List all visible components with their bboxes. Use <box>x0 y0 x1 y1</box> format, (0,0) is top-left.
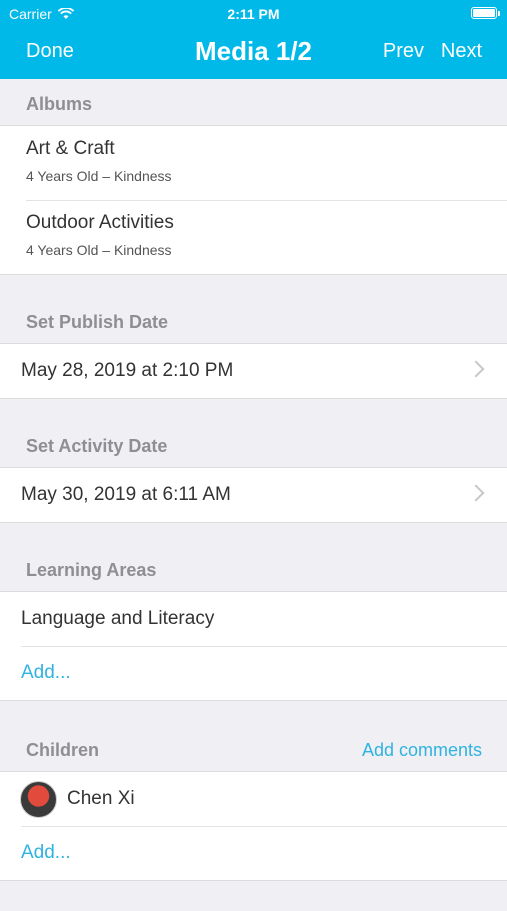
chevron-right-icon <box>467 360 485 378</box>
album-subtitle: 4 Years Old – Kindness <box>26 242 172 258</box>
status-bar: Carrier 2:11 PM <box>0 0 507 28</box>
album-title: Outdoor Activities <box>26 212 174 233</box>
publish-date-section-header: Set Publish Date <box>0 275 507 343</box>
status-time: 2:11 PM <box>227 6 280 22</box>
albums-section-header: Albums <box>0 79 507 125</box>
next-button[interactable]: Next <box>441 40 482 63</box>
albums-header-label: Albums <box>26 94 93 114</box>
add-child-row[interactable]: Add... <box>0 826 507 880</box>
publish-date-row[interactable]: May 28, 2019 at 2:10 PM <box>0 344 507 398</box>
activity-date-section-header: Set Activity Date <box>0 399 507 467</box>
album-title: Art & Craft <box>26 138 115 159</box>
add-learning-area-link[interactable]: Add... <box>21 662 71 684</box>
album-item[interactable]: Art & Craft 4 Years Old – Kindness <box>0 126 507 200</box>
learning-area-label: Language and Literacy <box>21 608 215 629</box>
publish-date-value: May 28, 2019 at 2:10 PM <box>21 360 234 381</box>
page-title: Media 1/2 <box>194 36 313 66</box>
learning-areas-section-header: Learning Areas <box>0 523 507 591</box>
child-item[interactable]: Chen Xi <box>0 772 507 826</box>
prev-button[interactable]: Prev <box>383 40 424 63</box>
activity-date-group: May 30, 2019 at 6:11 AM <box>0 467 507 523</box>
top-bar: Carrier 2:11 PM Done Media 1/2 Prev Next <box>0 0 507 79</box>
navigation-bar: Done Media 1/2 Prev Next <box>0 28 507 79</box>
children-header-label: Children <box>26 740 100 760</box>
activity-date-value: May 30, 2019 at 6:11 AM <box>21 484 231 505</box>
learning-areas-header-label: Learning Areas <box>26 560 157 580</box>
album-subtitle: 4 Years Old – Kindness <box>26 168 172 184</box>
add-child-link[interactable]: Add... <box>21 842 71 864</box>
activity-date-header-label: Set Activity Date <box>26 436 168 456</box>
learning-areas-list: Language and Literacy Add... <box>0 591 507 701</box>
child-name: Chen Xi <box>67 788 135 809</box>
bottom-spacer <box>0 881 507 911</box>
activity-date-row[interactable]: May 30, 2019 at 6:11 AM <box>0 468 507 522</box>
children-list: Chen Xi Add... <box>0 771 507 881</box>
avatar <box>20 781 57 818</box>
learning-area-item[interactable]: Language and Literacy <box>0 592 507 646</box>
add-learning-area-row[interactable]: Add... <box>0 646 507 700</box>
children-section-header: Children Add comments <box>0 701 507 771</box>
publish-date-header-label: Set Publish Date <box>26 312 169 332</box>
battery-icon <box>471 7 500 19</box>
publish-date-group: May 28, 2019 at 2:10 PM <box>0 343 507 399</box>
album-item[interactable]: Outdoor Activities 4 Years Old – Kindnes… <box>0 200 507 274</box>
albums-list: Art & Craft 4 Years Old – Kindness Outdo… <box>0 125 507 275</box>
add-comments-button[interactable]: Add comments <box>362 740 482 761</box>
chevron-right-icon <box>467 484 485 502</box>
